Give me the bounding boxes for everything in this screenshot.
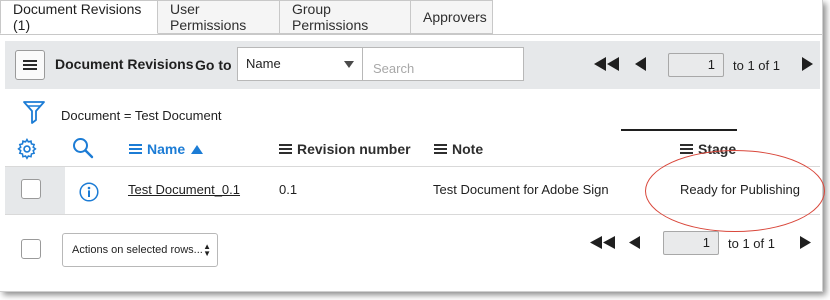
record-name-link[interactable]: Test Document_0.1 (128, 182, 240, 197)
header-underline-divider (621, 129, 737, 131)
next-page-icon[interactable] (800, 236, 812, 249)
related-list-tabs: Document Revisions (1) User Permissions … (0, 0, 822, 35)
column-menu-icon[interactable] (434, 144, 447, 154)
first-page-icon[interactable] (593, 57, 619, 71)
column-menu-icon[interactable] (279, 144, 292, 154)
tab-user-permissions[interactable]: User Permissions (158, 0, 280, 34)
page-range-text: to 1 of 1 (728, 236, 775, 251)
dropdown-caret-icon (344, 61, 354, 68)
column-header-revision-number[interactable]: Revision number (279, 141, 411, 157)
previous-page-icon[interactable] (628, 236, 640, 249)
first-page-icon[interactable] (589, 236, 615, 249)
row-checkbox[interactable] (21, 179, 41, 199)
goto-label: Go to (195, 57, 232, 73)
search-icon[interactable] (72, 137, 94, 159)
list-header: Document Revisions Go to Name 1 to 1 of … (5, 41, 820, 89)
column-menu-icon[interactable] (680, 144, 693, 154)
tab-label: User Permissions (170, 1, 247, 33)
hamburger-menu-icon (23, 60, 37, 70)
tab-group-permissions[interactable]: Group Permissions (280, 0, 411, 34)
column-menu-icon[interactable] (129, 144, 142, 154)
tab-label: Approvers (423, 9, 487, 25)
select-updown-caret-icon: ▲ ▼ (203, 242, 211, 258)
list-menu-button[interactable] (15, 50, 45, 80)
column-header-note[interactable]: Note (434, 141, 483, 157)
revision-number-cell: 0.1 (279, 182, 298, 197)
sort-ascending-icon (191, 144, 204, 154)
search-input[interactable] (362, 47, 524, 81)
related-list-panel: Document Revisions (1) User Permissions … (0, 0, 825, 292)
annotation-highlight-oval (645, 150, 825, 232)
previous-page-icon[interactable] (634, 57, 646, 71)
info-icon[interactable] (79, 182, 99, 202)
tab-approvers[interactable]: Approvers (411, 0, 493, 34)
page-number-input[interactable]: 1 (663, 231, 719, 255)
list-title: Document Revisions (55, 56, 194, 72)
row-select-cell (5, 167, 65, 214)
actions-select-label: Actions on selected rows... (72, 244, 203, 256)
page-number-input[interactable]: 1 (668, 53, 724, 77)
tab-document-revisions[interactable]: Document Revisions (1) (0, 0, 158, 34)
next-page-icon[interactable] (802, 57, 814, 71)
filter-funnel-icon[interactable] (23, 100, 45, 124)
gear-icon[interactable] (16, 138, 38, 160)
goto-selected-value: Name (246, 56, 281, 71)
page-range-text: to 1 of 1 (733, 58, 780, 73)
note-cell: Test Document for Adobe Sign (433, 182, 609, 197)
column-label: Name (147, 141, 186, 157)
actions-select[interactable]: Actions on selected rows... ▲ ▼ (62, 233, 218, 267)
goto-field-select[interactable]: Name (237, 47, 363, 81)
filter-breadcrumb[interactable]: Document = Test Document (61, 108, 222, 123)
column-label: Note (452, 141, 484, 157)
tab-label: Document Revisions (1) (13, 1, 142, 33)
tab-label: Group Permissions (292, 1, 369, 33)
select-all-checkbox[interactable] (21, 239, 41, 259)
column-label: Revision number (297, 141, 411, 157)
column-header-name[interactable]: Name (129, 141, 204, 157)
